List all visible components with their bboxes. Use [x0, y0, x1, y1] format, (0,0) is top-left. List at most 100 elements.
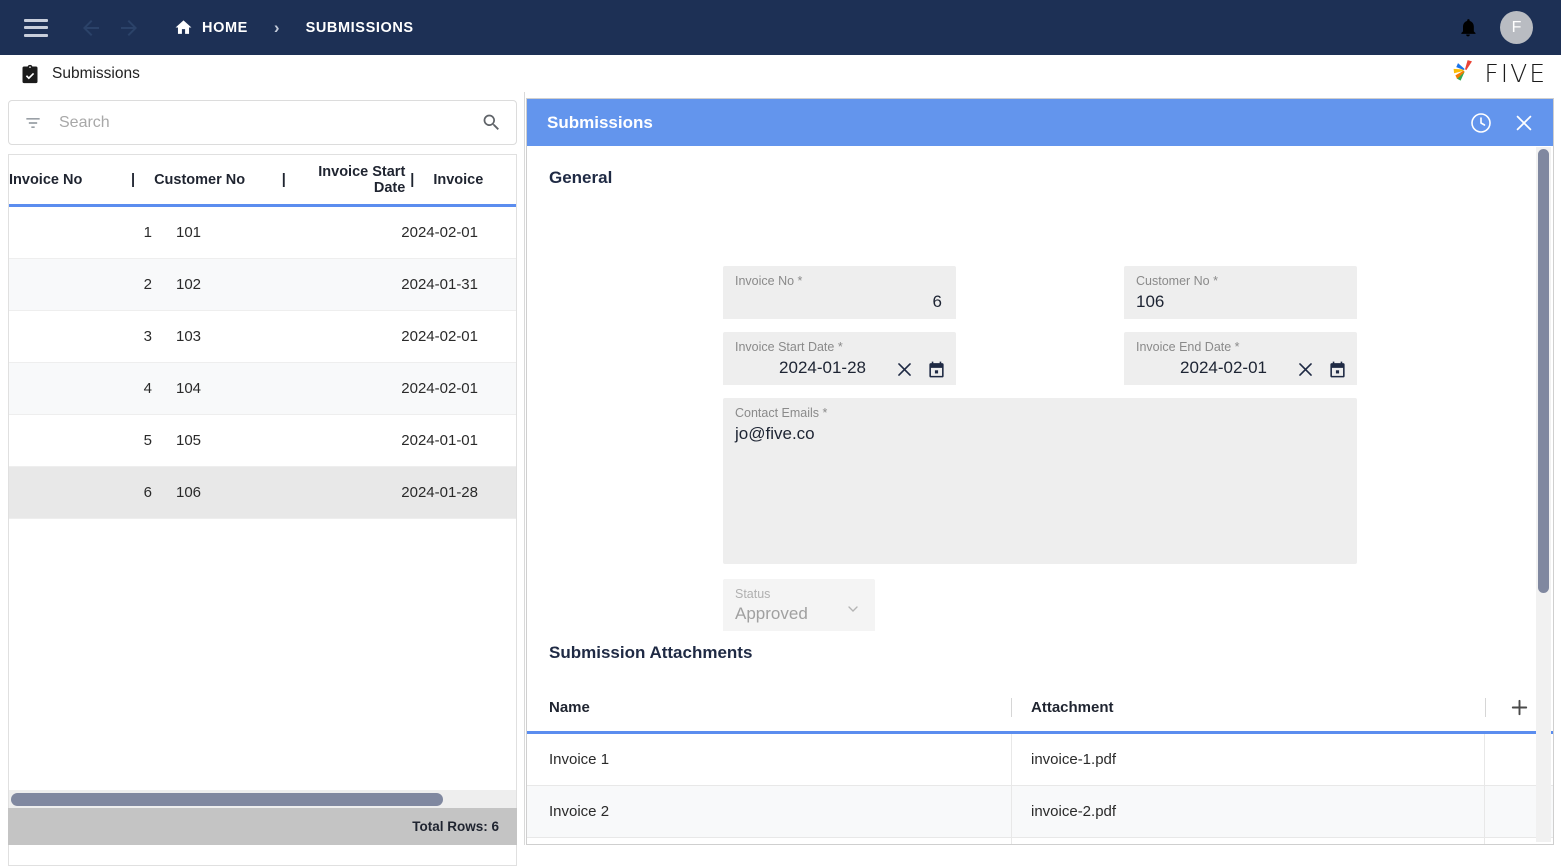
cell-invoice-no: 4: [143, 380, 152, 397]
customer-no-value: 106: [1136, 292, 1165, 311]
table-row[interactable]: [527, 838, 1553, 844]
cell-customer-no: 104: [176, 380, 202, 397]
cell-name: Invoice 2: [527, 786, 1012, 837]
search-input[interactable]: [59, 113, 481, 132]
detail-panel-title: Submissions: [547, 112, 653, 132]
status-label: Status: [735, 587, 771, 601]
breadcrumb-current[interactable]: SUBMISSIONS: [306, 20, 414, 36]
table-row[interactable]: Invoice 1 invoice-1.pdf: [527, 734, 1553, 786]
customer-no-label: Customer No *: [1136, 274, 1218, 288]
column-header-invoice-start-date[interactable]: Invoice Start Date: [286, 155, 410, 204]
invoice-no-value: 6: [932, 292, 942, 311]
calendar-icon[interactable]: [927, 360, 946, 379]
contact-emails-field[interactable]: Contact Emails * jo@five.co: [723, 398, 1357, 564]
table-row[interactable]: 4 104 2024-02-01: [9, 363, 516, 415]
invoice-end-date-value: 2024-02-01: [1180, 358, 1267, 377]
filter-icon[interactable]: [23, 113, 43, 133]
avatar[interactable]: F: [1500, 11, 1533, 44]
grid-header-row: Invoice No | Customer No | Invoice Start…: [9, 155, 516, 207]
grid-footer: Total Rows: 6: [8, 808, 517, 845]
cell-start-date: 2024-01-28: [401, 484, 478, 501]
invoice-end-date-field[interactable]: Invoice End Date * 2024-02-01: [1124, 332, 1357, 385]
table-row[interactable]: 2 102 2024-01-31: [9, 259, 516, 311]
arrow-forward-icon[interactable]: [112, 11, 146, 45]
invoice-end-date-buttons: [1296, 360, 1347, 379]
cell-invoice-no: 2: [143, 276, 152, 293]
clear-x-icon[interactable]: [895, 360, 914, 379]
invoice-no-field[interactable]: Invoice No * 6: [723, 266, 956, 319]
cell-customer-no: 102: [176, 276, 202, 293]
cell-invoice-no: 6: [143, 484, 152, 501]
attachments-heading: Submission Attachments: [549, 643, 753, 662]
table-row[interactable]: 1 101 2024-02-01: [9, 207, 516, 259]
invoice-no-label: Invoice No *: [735, 274, 803, 288]
search-bar[interactable]: [8, 100, 517, 145]
table-row[interactable]: Invoice 2 invoice-2.pdf: [527, 786, 1553, 838]
home-icon[interactable]: [174, 18, 193, 37]
cell-name: [527, 838, 1012, 844]
chevron-down-icon[interactable]: [845, 601, 861, 622]
cell-customer-no: 103: [176, 328, 202, 345]
search-icon[interactable]: [481, 112, 502, 133]
general-section-heading: General: [549, 168, 613, 187]
horizontal-scrollbar[interactable]: [9, 790, 516, 809]
invoice-start-date-label: Invoice Start Date *: [735, 340, 843, 354]
calendar-icon[interactable]: [1328, 360, 1347, 379]
cell-attachment: invoice-2.pdf: [1012, 786, 1485, 837]
total-rows-label: Total Rows: 6: [412, 819, 499, 834]
invoice-start-date-field[interactable]: Invoice Start Date * 2024-01-28: [723, 332, 956, 385]
attachments-header-row: Name Attachment: [527, 683, 1553, 734]
left-list-panel: Invoice No | Customer No | Invoice Start…: [0, 92, 525, 866]
status-value: Approved: [735, 604, 808, 623]
cell-name: Invoice 1: [527, 734, 1012, 785]
breadcrumb: HOME › SUBMISSIONS: [174, 18, 414, 37]
general-form: Invoice No * 6 Customer No * 106 Invoice…: [527, 188, 1553, 643]
close-x-icon[interactable]: [1513, 112, 1535, 134]
detail-panel: Submissions General Invoice No * 6 Custo…: [526, 98, 1554, 845]
top-bar-actions: F: [1458, 11, 1545, 44]
cell-start-date: 2024-01-01: [401, 432, 478, 449]
brand-logo: FIVE: [1450, 57, 1547, 90]
breadcrumb-home-link[interactable]: HOME: [202, 20, 248, 36]
contact-emails-label: Contact Emails *: [735, 406, 828, 420]
arrow-back-icon[interactable]: [74, 11, 108, 45]
cell-customer-no: 106: [176, 484, 202, 501]
submissions-grid: Invoice No | Customer No | Invoice Start…: [8, 154, 517, 866]
cell-start-date: 2024-02-01: [401, 380, 478, 397]
customer-no-field[interactable]: Customer No * 106: [1124, 266, 1357, 319]
horizontal-scrollbar-thumb[interactable]: [11, 793, 443, 806]
cell-attachment: [1012, 838, 1485, 844]
cell-start-date: 2024-02-01: [401, 328, 478, 345]
detail-panel-body: General Invoice No * 6 Customer No * 106…: [527, 146, 1553, 844]
table-row[interactable]: 6 106 2024-01-28: [9, 467, 516, 519]
column-header-name[interactable]: Name: [527, 699, 1011, 716]
cell-invoice-no: 3: [143, 328, 152, 345]
table-row[interactable]: 3 103 2024-02-01: [9, 311, 516, 363]
column-header-customer-no[interactable]: Customer No: [135, 155, 282, 204]
hamburger-menu-icon[interactable]: [24, 18, 48, 37]
clear-x-icon[interactable]: [1296, 360, 1315, 379]
app-subheader: Submissions FIVE: [0, 55, 1561, 92]
cell-invoice-no: 1: [143, 224, 152, 241]
cell-customer-no: 101: [176, 224, 202, 241]
column-header-invoice-no[interactable]: Invoice No: [9, 155, 131, 204]
invoice-start-date-value: 2024-01-28: [779, 358, 866, 377]
invoice-start-date-buttons: [895, 360, 946, 379]
status-field[interactable]: Status Approved: [723, 579, 875, 631]
invoice-end-date-label: Invoice End Date *: [1136, 340, 1240, 354]
cell-start-date: 2024-01-31: [401, 276, 478, 293]
column-header-invoice-end-date[interactable]: Invoice: [414, 155, 516, 204]
cell-attachment: invoice-1.pdf: [1012, 734, 1485, 785]
cell-invoice-no: 5: [143, 432, 152, 449]
vertical-scrollbar-thumb[interactable]: [1538, 149, 1549, 593]
column-header-attachment[interactable]: Attachment: [1012, 699, 1485, 716]
history-clock-icon[interactable]: [1469, 111, 1493, 135]
cell-customer-no: 105: [176, 432, 202, 449]
notification-bell-icon[interactable]: [1458, 17, 1478, 39]
contact-emails-value: jo@five.co: [735, 424, 815, 443]
top-navigation-bar: HOME › SUBMISSIONS F: [0, 0, 1561, 55]
table-row[interactable]: 5 105 2024-01-01: [9, 415, 516, 467]
brand-name: FIVE: [1484, 59, 1547, 88]
attachments-table: Name Attachment Invoice 1 invoice-1.pdf …: [527, 683, 1553, 844]
vertical-scrollbar[interactable]: [1536, 147, 1551, 842]
